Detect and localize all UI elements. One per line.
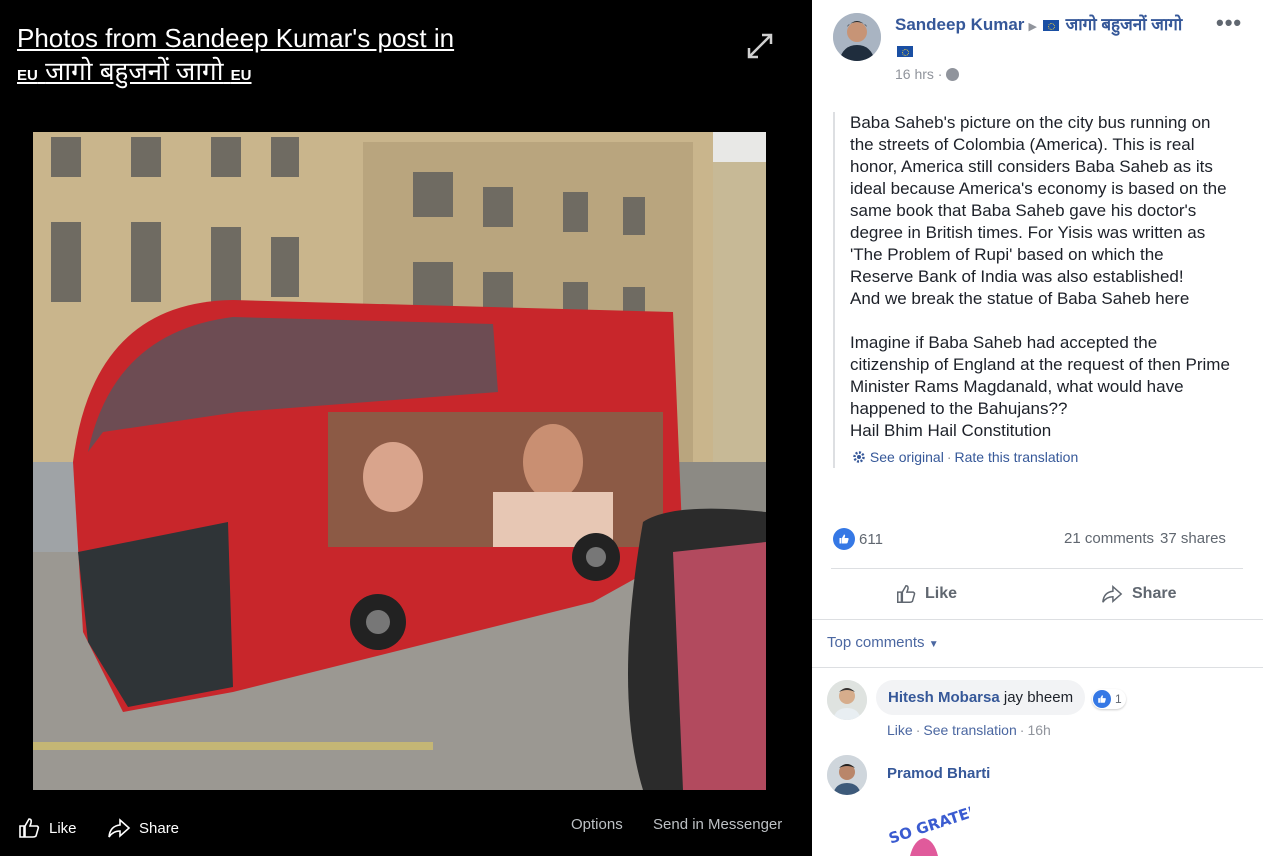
post-line: Hail Bhim Hail Constitution <box>850 421 1052 440</box>
eu-flag-icon <box>897 46 913 58</box>
gear-icon[interactable] <box>852 450 866 464</box>
commenter-avatar-image <box>827 755 867 795</box>
viewer-title-group[interactable]: जागो बहुजनों जागो <box>45 56 223 86</box>
author-name-link[interactable]: Sandeep Kumar <box>895 15 1024 34</box>
thumbs-up-icon <box>897 585 916 603</box>
like-reaction-icon <box>1093 690 1111 708</box>
comment-time[interactable]: 16h <box>1027 722 1050 738</box>
post-line: 'The Problem of Rupi' based on which the <box>850 245 1164 264</box>
thumbs-up-icon <box>19 818 40 838</box>
commenter-name-link[interactable]: Pramod Bharti <box>887 765 990 782</box>
viewer-title-line1[interactable]: Photos from Sandeep Kumar's post in <box>17 23 454 53</box>
more-options-icon[interactable]: ••• <box>1216 10 1242 36</box>
see-original-link[interactable]: See original <box>870 449 944 465</box>
viewer-like-button[interactable]: Like <box>17 816 77 840</box>
post-line: same book that Baba Saheb gave his docto… <box>850 201 1197 220</box>
share-icon <box>1102 585 1123 603</box>
post-line: citizenship of England at the request of… <box>850 355 1230 374</box>
share-icon <box>108 818 131 838</box>
send-in-messenger-label: Send in Messenger <box>653 816 783 833</box>
group-name-link[interactable]: जागो बहुजनों जागो <box>1066 15 1183 34</box>
comment-actions: Like · See translation · 16h <box>887 722 1051 738</box>
viewer-share-label: Share <box>139 819 180 837</box>
viewer-options-label: Options <box>571 816 623 833</box>
comment-reaction-count[interactable]: 1 <box>1092 689 1126 709</box>
author-avatar[interactable] <box>833 13 881 61</box>
caret-down-icon: ▼ <box>928 639 939 650</box>
viewer-share-button[interactable]: Share <box>107 816 179 840</box>
comment-bubble: Hitesh Mobarsa jay bheem <box>876 680 1086 715</box>
commenter-avatar-image <box>827 680 867 720</box>
comment-reaction-number: 1 <box>1115 692 1122 706</box>
viewer-like-label: Like <box>49 819 77 837</box>
eu-flag-left: EU <box>17 67 38 84</box>
eu-flag-right: EU <box>230 67 252 84</box>
viewer-title[interactable]: Photos from Sandeep Kumar's post in EU ज… <box>17 22 537 92</box>
shares-count-link[interactable]: 37 shares <box>1160 530 1226 547</box>
post-line: the streets of Colombia (America). This … <box>850 135 1195 154</box>
top-comments-label: Top comments <box>827 634 925 651</box>
post-line: degree in British times. For Yisis was w… <box>850 223 1206 242</box>
post-stats: 21 comments 37 shares <box>1064 530 1226 547</box>
post-like-button[interactable]: Like <box>895 583 957 605</box>
post-time: 16 hrs · <box>895 66 960 82</box>
top-comments-dropdown[interactable]: Top comments ▼ <box>827 634 939 651</box>
post-share-button[interactable]: Share <box>1100 583 1176 605</box>
post-share-label: Share <box>1132 585 1177 602</box>
post-author-line: Sandeep Kumar ▶ जागो बहुजनों जागो <box>895 13 1200 62</box>
bus-photo-illustration <box>33 132 766 790</box>
post-timestamp[interactable]: 16 hrs <box>895 66 934 82</box>
eu-flag-icon <box>1042 20 1059 32</box>
post-like-label: Like <box>925 585 958 602</box>
author-avatar-image <box>833 13 881 61</box>
post-line: Baba Saheb's picture on the city bus run… <box>850 113 1211 132</box>
divider <box>812 667 1263 668</box>
comment-text: jay bheem <box>1003 689 1074 706</box>
post-text: Baba Saheb's picture on the city bus run… <box>833 112 1262 468</box>
translation-links: See original · Rate this translation <box>850 446 1262 468</box>
post-line: And we break the statue of Baba Saheb he… <box>850 289 1190 308</box>
commenter-avatar[interactable] <box>827 755 867 795</box>
commenter-name-link[interactable]: Hitesh Mobarsa <box>888 689 1000 706</box>
comment-like-link[interactable]: Like <box>887 722 913 738</box>
viewer-options-button[interactable]: Options <box>571 816 623 833</box>
expand-icon[interactable] <box>744 30 776 62</box>
comments-count-link[interactable]: 21 comments <box>1064 530 1154 547</box>
post-line: Minister Rams Magdanald, what would have <box>850 377 1184 396</box>
like-count: 611 <box>859 530 883 548</box>
commenter-avatar[interactable] <box>827 680 867 720</box>
post-line: honor, America still considers Baba Sahe… <box>850 157 1213 176</box>
post-line: ideal because America's economy is based… <box>850 179 1227 198</box>
send-in-messenger-button[interactable]: Send in Messenger <box>653 816 782 833</box>
grateful-sticker: SO GRATEFUL <box>886 800 970 856</box>
like-reaction-icon <box>833 528 855 550</box>
divider <box>831 568 1243 569</box>
see-translation-link[interactable]: See translation <box>923 722 1016 738</box>
post-line: Reserve Bank of India was also establish… <box>850 267 1184 286</box>
globe-icon[interactable] <box>946 68 960 81</box>
rate-translation-link[interactable]: Rate this translation <box>955 449 1079 465</box>
photo-viewer: Photos from Sandeep Kumar's post in EU ज… <box>0 0 812 856</box>
post-photo[interactable] <box>33 132 766 790</box>
divider <box>812 619 1263 620</box>
post-line: Imagine if Baba Saheb had accepted the <box>850 333 1158 352</box>
reaction-summary[interactable]: 611 <box>833 528 883 550</box>
arrow-right-icon: ▶ <box>1028 21 1037 33</box>
post-line: happened to the Bahujans?? <box>850 399 1068 418</box>
